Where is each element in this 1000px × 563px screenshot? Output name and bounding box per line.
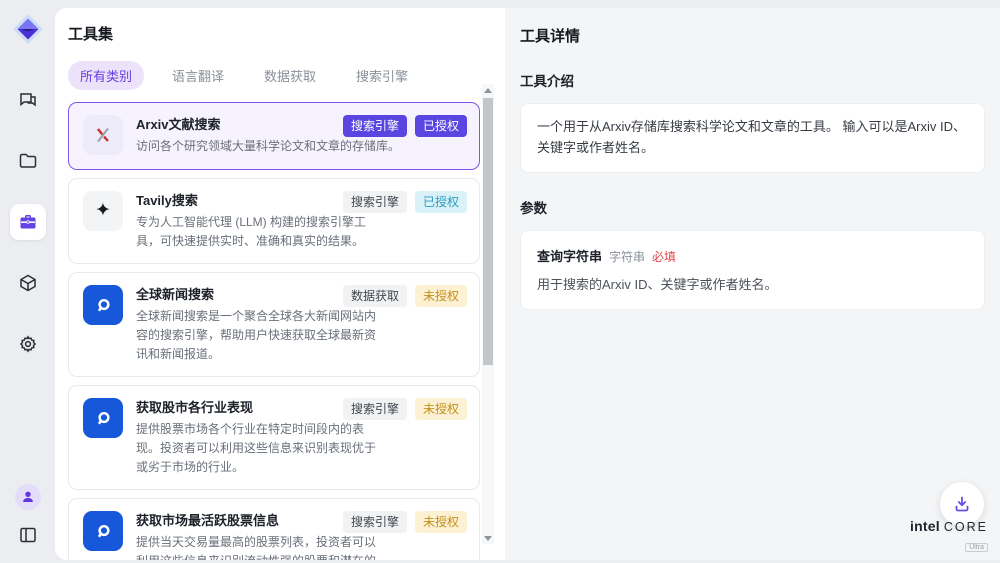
core-wordmark: core [944,520,988,534]
category-badge: 数据获取 [343,285,407,307]
download-icon [952,494,972,514]
tool-card-global-news[interactable]: 全球新闻搜索 全球新闻搜索是一个聚合全球各大新闻网站内容的搜索引擎，帮助用户快速… [68,272,480,377]
auth-status-badge: 未授权 [415,511,467,533]
tool-detail-pane: 工具详情 工具介绍 一个用于从Arxiv存储库搜索科学论文和文章的工具。 输入可… [505,8,1000,560]
folder-icon [18,151,38,171]
param-required-flag: 必填 [652,248,676,265]
tool-card-sector-performance[interactable]: 获取股市各行业表现 提供股票市场各个行业在特定时间段内的表现。投资者可以利用这些… [68,385,480,490]
tool-description: 提供股票市场各个行业在特定时间段内的表现。投资者可以利用这些信息来识别表现优于或… [136,420,386,476]
sidebar-item-settings[interactable] [10,326,46,362]
param-name: 查询字符串 [537,246,602,265]
collapse-panel-icon [18,525,38,545]
sidebar-item-chat[interactable] [10,82,46,118]
collapse-sidebar-button[interactable] [16,523,40,547]
auth-status-badge: 未授权 [415,398,467,420]
auth-status-badge: 已授权 [415,115,467,137]
list-scrollbar[interactable] [482,84,494,544]
tab-translation[interactable]: 语言翻译 [160,61,236,90]
left-sidebar [0,0,55,563]
intro-box: 一个用于从Arxiv存储库搜索科学论文和文章的工具。 输入可以是Arxiv ID… [520,103,985,173]
person-icon [19,488,37,506]
scroll-down-button[interactable] [482,532,494,544]
user-avatar[interactable] [15,484,41,510]
category-tabs: 所有类别 语言翻译 数据获取 搜索引擎 [68,61,505,90]
blue-search-icon [83,511,123,551]
blue-search-icon [83,398,123,438]
tool-card-list: Arxiv文献搜索 访问各个研究领域大量科学论文和文章的存储库。 搜索引擎 已授… [68,102,480,560]
gear-icon [18,334,38,354]
tool-list-pane: 工具集 所有类别 语言翻译 数据获取 搜索引擎 Arxiv文献搜索 访问 [55,8,505,560]
category-badge: 搜索引擎 [343,398,407,420]
category-badge: 搜索引擎 [343,511,407,533]
intro-heading: 工具介绍 [520,70,985,90]
cube-icon [18,273,38,293]
intro-text: 一个用于从Arxiv存储库搜索科学论文和文章的工具。 输入可以是Arxiv ID… [537,117,968,159]
auth-status-badge: 未授权 [415,285,467,307]
arxiv-x-icon [83,115,123,155]
params-heading: 参数 [520,197,985,217]
category-badge: 搜索引擎 [343,191,407,213]
chat-icon [18,90,38,110]
parameter-box: 查询字符串 字符串 必填 用于搜索的Arxiv ID、关键字或作者姓名。 [520,230,985,310]
tool-description: 专为人工智能代理 (LLM) 构建的搜索引擎工具，可快速提供实时、准确和真实的结… [136,213,386,250]
app-logo-icon [11,12,45,46]
tool-card-most-active-stocks[interactable]: 获取市场最活跃股票信息 提供当天交易量最高的股票列表，投资者可以利用这些信息来识… [68,498,480,560]
tool-description: 提供当天交易量最高的股票列表，投资者可以利用这些信息来识别流动性强的股票和潜在的… [136,533,386,560]
intel-wordmark: intel [910,518,940,534]
sidebar-nav [10,82,46,362]
sidebar-item-files[interactable] [10,143,46,179]
tab-all-categories[interactable]: 所有类别 [68,61,144,90]
main-surface: 工具集 所有类别 语言翻译 数据获取 搜索引擎 Arxiv文献搜索 访问 [55,8,1000,560]
tool-card-arxiv[interactable]: Arxiv文献搜索 访问各个研究领域大量科学论文和文章的存储库。 搜索引擎 已授… [68,102,480,170]
sidebar-item-models[interactable] [10,265,46,301]
sidebar-item-tools[interactable] [10,204,46,240]
four-point-star-icon: ✦ [83,191,123,231]
tab-search-engine[interactable]: 搜索引擎 [344,61,420,90]
tab-data-fetch[interactable]: 数据获取 [252,61,328,90]
intel-core-logo: intel core Ultra [910,518,988,554]
category-badge: 搜索引擎 [343,115,407,137]
page-title: 工具集 [68,23,505,44]
scroll-up-icon [484,88,492,93]
tool-description: 访问各个研究领域大量科学论文和文章的存储库。 [136,137,400,156]
param-description: 用于搜索的Arxiv ID、关键字或作者姓名。 [537,274,968,293]
param-type: 字符串 [609,248,645,265]
ultra-badge: Ultra [965,543,988,552]
auth-status-badge: 已授权 [415,191,467,213]
detail-title: 工具详情 [520,25,985,46]
scroll-up-button[interactable] [482,84,494,96]
scroll-down-icon [484,536,492,541]
tool-description: 全球新闻搜索是一个聚合全球各大新闻网站内容的搜索引擎，帮助用户快速获取全球最新资… [136,307,386,363]
tool-card-tavily[interactable]: ✦ Tavily搜索 专为人工智能代理 (LLM) 构建的搜索引擎工具，可快速提… [68,178,480,264]
scrollbar-thumb[interactable] [483,98,493,365]
toolbox-icon [18,212,38,232]
sidebar-bottom [15,484,41,547]
blue-search-icon [83,285,123,325]
